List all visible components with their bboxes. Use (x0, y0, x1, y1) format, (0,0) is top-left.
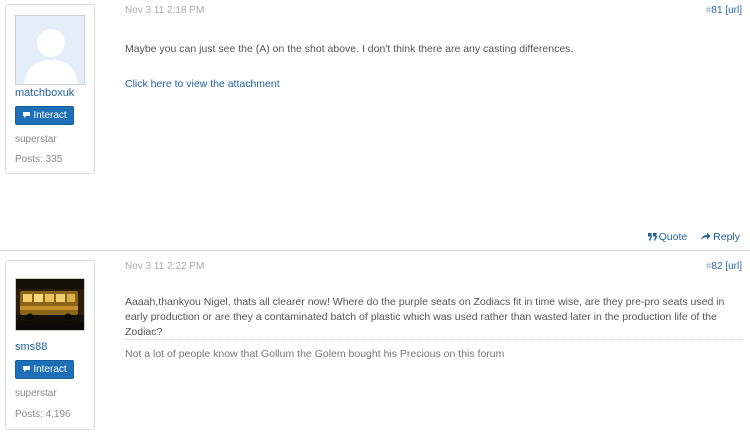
post-number-link[interactable]: #81 [url] (706, 5, 742, 16)
avatar-default[interactable] (15, 15, 85, 85)
url-link[interactable]: [url] (725, 261, 742, 272)
post-body: Maybe you can just see the (A) on the sh… (125, 43, 574, 55)
user-signature: Not a lot of people know that Gollum the… (125, 348, 505, 360)
post-timestamp: Nov 3 11 2:18 PM (125, 5, 205, 16)
chat-bubble-icon (23, 112, 31, 118)
post-81: matchboxuk Interact superstar Posts: 335… (0, 0, 750, 250)
quote-icon (647, 233, 657, 241)
post-actions: Quote Reply (638, 231, 740, 243)
default-avatar-icon (16, 16, 84, 84)
quote-label: Quote (658, 231, 688, 243)
username[interactable]: sms88 (15, 341, 47, 353)
chat-bubble-icon (23, 366, 31, 372)
interact-label: Interact (33, 110, 67, 121)
interact-button[interactable]: Interact (15, 106, 74, 125)
attachment-link[interactable]: Click here to view the attachment (125, 78, 280, 90)
post-number-link[interactable]: #82 [url] (706, 261, 742, 272)
username[interactable]: matchboxuk (15, 87, 74, 99)
url-link[interactable]: [url] (725, 5, 742, 16)
post-timestamp: Nov 3 11 2:22 PM (125, 261, 205, 272)
avatar-bus-photo[interactable] (15, 278, 85, 331)
user-rank: superstar (15, 388, 57, 399)
post-body: Aaaah,thankyou Nigel, thats all clearer … (125, 296, 725, 338)
reply-label: Reply (713, 231, 740, 243)
post-82: sms88 Interact superstar Posts: 4,196 No… (0, 250, 750, 432)
interact-label: Interact (33, 364, 67, 375)
quote-button[interactable]: Quote (647, 231, 691, 243)
reply-arrow-icon (701, 232, 711, 240)
posts-count: Posts: 4,196 (15, 409, 71, 420)
post-number: 82 (711, 261, 723, 272)
interact-button[interactable]: Interact (15, 360, 74, 379)
post-number: 81 (711, 5, 723, 16)
reply-button[interactable]: Reply (700, 231, 740, 243)
user-rank: superstar (15, 134, 57, 145)
author-card: sms88 Interact superstar Posts: 4,196 (5, 260, 95, 430)
signature-divider (125, 339, 743, 340)
bus-photo-image (16, 279, 84, 330)
posts-count: Posts: 335 (15, 154, 63, 165)
author-card: matchboxuk Interact superstar Posts: 335 (5, 4, 95, 174)
